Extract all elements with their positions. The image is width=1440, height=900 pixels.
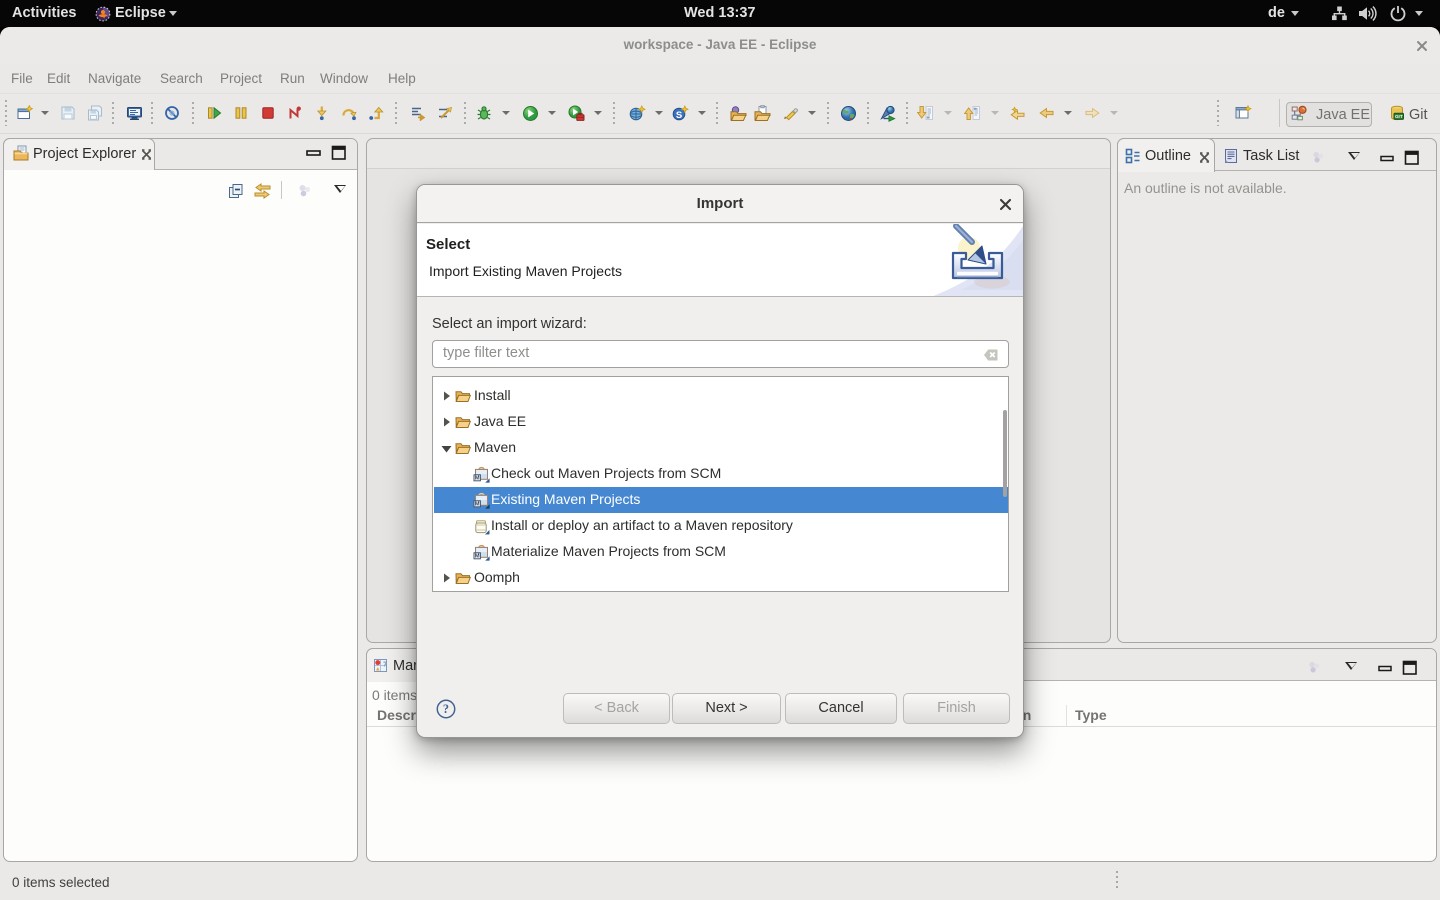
svg-text:?: ? <box>443 702 449 716</box>
svg-text:GIT: GIT <box>1395 114 1403 119</box>
svg-text:M: M <box>475 553 480 559</box>
svg-text:S: S <box>676 110 682 121</box>
svg-text:M: M <box>475 501 480 507</box>
svg-text:M: M <box>475 475 480 481</box>
